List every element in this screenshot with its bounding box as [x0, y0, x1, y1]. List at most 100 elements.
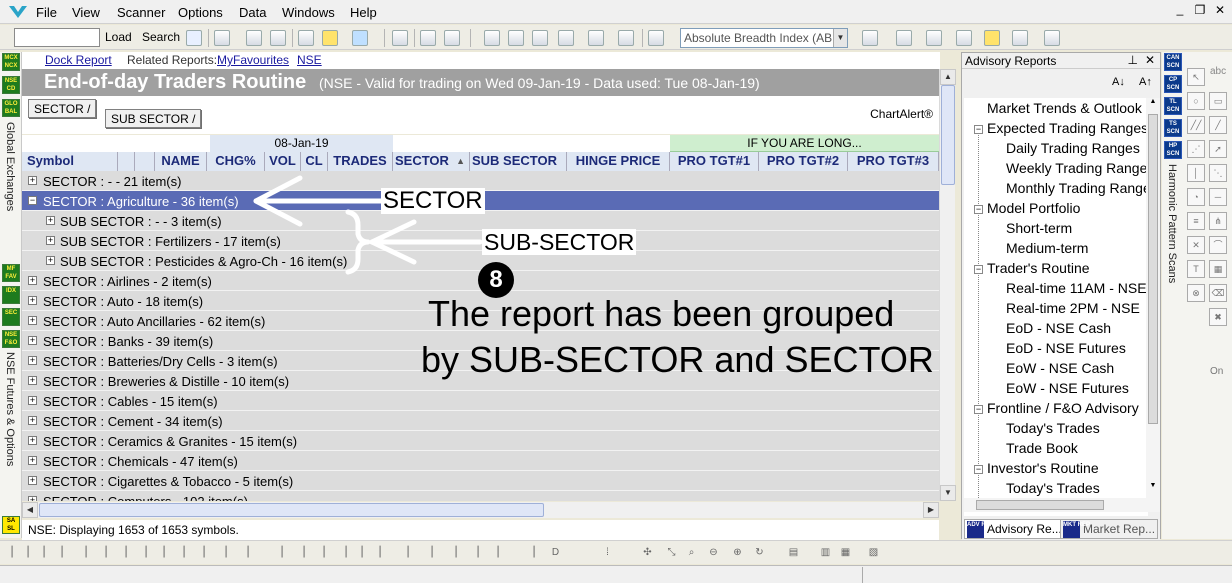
expand-icon[interactable]: ✣: [640, 545, 655, 560]
tree-report-item[interactable]: EoW - NSE Futures: [1006, 380, 1129, 396]
zoom-123-icon[interactable]: ▏: [8, 545, 23, 560]
chart-line-icon[interactable]: ▏: [40, 545, 55, 560]
scissors-icon[interactable]: ⁞: [600, 545, 615, 560]
col-sector[interactable]: SECTOR ▲: [393, 152, 470, 171]
export-icon[interactable]: ▏: [530, 545, 545, 560]
sort-az-button[interactable]: A↓: [1112, 76, 1125, 88]
expand-icon[interactable]: +: [28, 276, 37, 285]
col-vol[interactable]: VOL: [265, 152, 301, 171]
menu-scanner[interactable]: Scanner: [117, 5, 165, 20]
pattern-icon[interactable]: ▏: [320, 545, 335, 560]
tree-report-item[interactable]: Trade Book: [1006, 440, 1078, 456]
expand-icon[interactable]: +: [28, 476, 37, 485]
pattern-icon[interactable]: [1044, 30, 1060, 46]
hp-scan-button[interactable]: HP SCN: [1164, 141, 1182, 159]
expand-icon[interactable]: +: [28, 436, 37, 445]
tree-report-item[interactable]: Real-time 2PM - NSE: [1006, 300, 1140, 316]
chart-style-icon[interactable]: [484, 30, 500, 46]
col-chg-pct[interactable]: CHG%: [207, 152, 265, 171]
mf-fav-button[interactable]: MF FAV: [2, 264, 20, 282]
tree-category-item[interactable]: Market Trends & Outlook: [987, 100, 1142, 116]
snap-toggle[interactable]: On: [1210, 366, 1223, 377]
expand-icon[interactable]: +: [28, 176, 37, 185]
report-icon[interactable]: [444, 30, 460, 46]
expand-icon[interactable]: +: [28, 416, 37, 425]
text-tool-icon[interactable]: T: [1187, 260, 1205, 278]
menu-help[interactable]: Help: [350, 5, 377, 20]
tab-market-reports[interactable]: MKT REP Market Rep...: [1060, 519, 1159, 539]
menu-windows[interactable]: Windows: [282, 5, 335, 20]
copy-icon[interactable]: ▏: [428, 545, 443, 560]
channel-tool-icon[interactable]: ╱╱: [1187, 116, 1205, 134]
load-button[interactable]: Load: [105, 30, 132, 44]
expand-icon[interactable]: +: [28, 336, 37, 345]
speed-line-icon[interactable]: ⋰: [1187, 140, 1205, 158]
list-icon[interactable]: ▦: [838, 545, 853, 560]
chevron-down-icon[interactable]: ▼: [833, 29, 847, 47]
magnify-icon[interactable]: ▏: [342, 545, 357, 560]
zoom-in-icon[interactable]: ▏: [376, 545, 391, 560]
sector-group-row[interactable]: + SECTOR : Cables - 15 item(s): [22, 391, 939, 411]
tree-category-item[interactable]: Frontline / F&O Advisory: [987, 400, 1139, 416]
expand-icon[interactable]: +: [28, 496, 37, 501]
clipboard-icon[interactable]: ▤: [786, 545, 801, 560]
bar-123-icon[interactable]: ▏: [58, 545, 73, 560]
close-icon[interactable]: ✕: [1212, 3, 1228, 17]
tree-report-item[interactable]: EoW - NSE Cash: [1006, 360, 1114, 376]
globe-icon[interactable]: [420, 30, 436, 46]
indicator-select[interactable]: Absolute Breadth Index (ABI ▼: [680, 28, 848, 48]
paste-icon[interactable]: ▏: [452, 545, 467, 560]
panel-close-icon[interactable]: ✕: [1145, 53, 1155, 67]
data-icon[interactable]: [298, 30, 314, 46]
col-pro-tgt-3[interactable]: PRO TGT#3: [848, 152, 939, 171]
abc-label-icon[interactable]: ▏: [24, 545, 39, 560]
sort-za-button[interactable]: A↑: [1139, 76, 1152, 88]
tree-category-item[interactable]: Expected Trading Ranges: [987, 120, 1148, 136]
line-tool-icon[interactable]: D: [548, 545, 563, 560]
grid-vertical-scrollbar[interactable]: ▲ ▼: [939, 69, 956, 501]
menu-file[interactable]: File: [36, 5, 57, 20]
indicator-pane-icon[interactable]: ▏: [244, 545, 259, 560]
scroll-down-icon[interactable]: ▼: [940, 485, 956, 501]
vertical-line-icon[interactable]: │: [1187, 164, 1205, 182]
volume-icon[interactable]: ▏: [82, 545, 97, 560]
sector-group-row[interactable]: + SECTOR : Chemicals - 47 item(s): [22, 451, 939, 471]
sector-group-row[interactable]: + SECTOR : Cigarettes & Tobacco - 5 item(…: [22, 471, 939, 491]
my-favourites-link[interactable]: MyFavourites: [217, 53, 289, 67]
overlay-icon[interactable]: [648, 30, 664, 46]
scroll-up-icon[interactable]: ▲: [940, 69, 956, 85]
grid-horizontal-scrollbar[interactable]: ◀ ▶: [22, 502, 939, 518]
expand-icon[interactable]: +: [28, 296, 37, 305]
grid-icon[interactable]: ▏: [102, 545, 117, 560]
sa-sl-button[interactable]: SA SL: [2, 516, 20, 534]
trendline-tool-icon[interactable]: ╱: [1209, 116, 1227, 134]
print-preview-icon[interactable]: [270, 30, 286, 46]
tree-scroll-up-icon[interactable]: ▲: [1146, 98, 1160, 112]
ts-scan-button[interactable]: TS SCN: [1164, 119, 1182, 137]
grid-tool-icon[interactable]: ▦: [1209, 260, 1227, 278]
col-symbol[interactable]: Symbol: [22, 152, 118, 171]
tree-report-item[interactable]: Medium-term: [1006, 240, 1088, 256]
tl-scan-button[interactable]: TL SCN: [1164, 97, 1182, 115]
tree-report-item[interactable]: Today's Trades: [1006, 480, 1100, 496]
sector-group-row[interactable]: + SECTOR : Ceramics & Granites - 15 item(…: [22, 431, 939, 451]
col-pro-tgt-2[interactable]: PRO TGT#2: [759, 152, 848, 171]
delete-tool-icon[interactable]: ✖: [1209, 308, 1227, 326]
pivot-icon[interactable]: [896, 30, 912, 46]
refresh-icon[interactable]: ▏: [404, 545, 419, 560]
plus-circle-icon[interactable]: ⊕: [730, 545, 745, 560]
tree-report-item[interactable]: Daily Trading Ranges: [1006, 140, 1140, 156]
sub-sector-group-row[interactable]: + SUB SECTOR : - - 3 item(s): [22, 211, 939, 231]
col-sub-sector[interactable]: SUB SECTOR: [470, 152, 567, 171]
fan-icon[interactable]: ▏: [278, 545, 293, 560]
can-scan-button[interactable]: CAN SCN: [1164, 53, 1182, 71]
shrink-icon[interactable]: ⤡: [664, 545, 679, 560]
tree-report-item[interactable]: Short-term: [1006, 220, 1072, 236]
nse-link[interactable]: NSE: [297, 53, 322, 67]
tree-vertical-scrollbar[interactable]: ▲ ▼: [1146, 98, 1160, 498]
cursor-tool-icon[interactable]: [186, 30, 202, 46]
menu-options[interactable]: Options: [178, 5, 223, 20]
expand-icon[interactable]: +: [28, 316, 37, 325]
tree-report-item[interactable]: Weekly Trading Ranges: [1006, 160, 1148, 176]
group-sub-sector-chip[interactable]: SUB SECTOR /: [105, 109, 202, 128]
